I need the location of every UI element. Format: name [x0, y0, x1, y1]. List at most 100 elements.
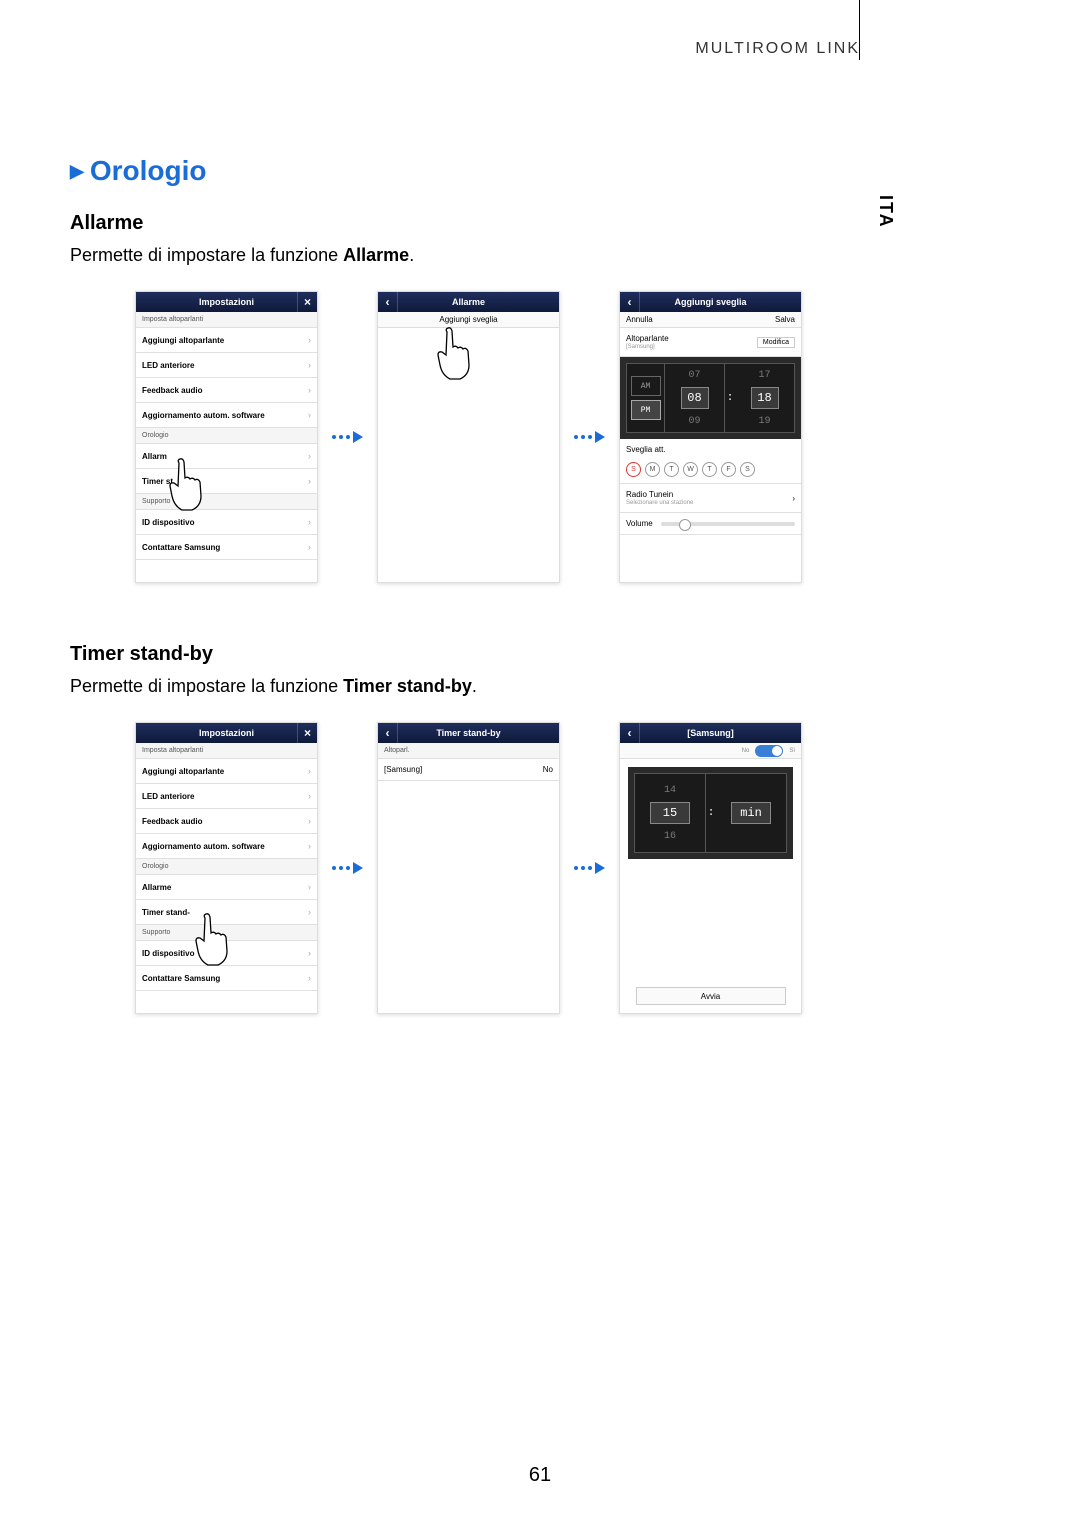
- back-icon[interactable]: ‹: [620, 292, 640, 312]
- screen-title: Aggiungi sveglia: [674, 297, 746, 307]
- list-item-led[interactable]: LED anteriore›: [136, 784, 317, 809]
- page-number: 61: [529, 1464, 551, 1487]
- pm-option[interactable]: PM: [631, 400, 661, 420]
- list-item-device-id[interactable]: ID dispositivo›: [136, 941, 317, 966]
- timer-flow-row: Impostazioni × Imposta altoparlanti Aggi…: [135, 722, 870, 1014]
- day-thu[interactable]: T: [702, 462, 717, 477]
- list-item-device-id[interactable]: ID dispositivo›: [136, 510, 317, 535]
- timer-speaker-row[interactable]: [Samsung] No: [378, 759, 559, 781]
- day-sun[interactable]: S: [626, 462, 641, 477]
- screen-title: [Samsung]: [687, 728, 734, 738]
- flow-arrow-icon: [332, 431, 363, 443]
- list-item-led[interactable]: LED anteriore›: [136, 353, 317, 378]
- body-timer: Permette di impostare la funzione Timer …: [70, 676, 870, 697]
- start-button[interactable]: Avvia: [636, 987, 786, 1005]
- screenshot-timer-set: ‹ [Samsung] No Sì 14 15 16 :: [619, 722, 802, 1014]
- list-item-software-update[interactable]: Aggiornamento autom. software›: [136, 834, 317, 859]
- volume-slider[interactable]: [661, 522, 795, 526]
- chevron-right-icon: ›: [308, 476, 311, 486]
- subheading-alarm: Allarme: [70, 212, 870, 235]
- tap-hand-icon: [432, 327, 482, 387]
- minute-value[interactable]: 18: [751, 387, 779, 409]
- section-label: Altoparl.: [378, 743, 559, 759]
- list-item-contact[interactable]: Contattare Samsung›: [136, 966, 317, 991]
- day-mon[interactable]: M: [645, 462, 660, 477]
- screen-title: Impostazioni: [199, 728, 254, 738]
- list-item-contact[interactable]: Contattare Samsung›: [136, 535, 317, 560]
- section-label: Orologio: [136, 428, 317, 444]
- close-icon[interactable]: ×: [297, 723, 317, 743]
- list-item-timer[interactable]: Timer stand-›: [136, 900, 317, 925]
- screenshot-timer-list: ‹ Timer stand-by Altoparl. [Samsung] No: [377, 722, 560, 1014]
- section-title: ▶ Orologio: [70, 155, 870, 187]
- day-selector[interactable]: S M T W T F S: [620, 456, 801, 484]
- subheading-timer: Timer stand-by: [70, 643, 870, 666]
- switch-no-label: No: [742, 748, 750, 754]
- enable-toggle[interactable]: [755, 745, 783, 757]
- chevron-right-icon: ›: [308, 385, 311, 395]
- speaker-label: Altoparlante: [626, 334, 669, 343]
- section-label: Imposta altoparlanti: [136, 312, 317, 328]
- list-item-timer[interactable]: Timer st›: [136, 469, 317, 494]
- chevron-right-icon: ›: [308, 360, 311, 370]
- triangle-bullet-icon: ▶: [70, 161, 84, 182]
- day-fri[interactable]: F: [721, 462, 736, 477]
- language-tab: ITA: [875, 195, 896, 229]
- volume-row[interactable]: Volume: [620, 513, 801, 535]
- flow-arrow-icon: [332, 862, 363, 874]
- screenshot-alarm-list: ‹ Allarme Aggiungi sveglia: [377, 291, 560, 583]
- day-wed[interactable]: W: [683, 462, 698, 477]
- repeat-label: Sveglia att.: [626, 445, 666, 454]
- edit-button[interactable]: Modifica: [757, 337, 795, 348]
- close-icon[interactable]: ×: [297, 292, 317, 312]
- chevron-right-icon: ›: [308, 816, 311, 826]
- chevron-right-icon: ›: [308, 791, 311, 801]
- list-item-add-speaker[interactable]: Aggiungi altoparlante›: [136, 328, 317, 353]
- switch-si-label: Sì: [789, 748, 795, 754]
- chevron-right-icon: ›: [308, 973, 311, 983]
- chevron-right-icon: ›: [308, 542, 311, 552]
- body-alarm: Permette di impostare la funzione Allarm…: [70, 245, 870, 266]
- timer-value[interactable]: 15: [650, 802, 690, 824]
- chevron-right-icon: ›: [308, 907, 311, 917]
- day-tue[interactable]: T: [664, 462, 679, 477]
- back-icon[interactable]: ‹: [378, 723, 398, 743]
- list-item-feedback[interactable]: Feedback audio›: [136, 378, 317, 403]
- chevron-right-icon: ›: [308, 517, 311, 527]
- chevron-right-icon: ›: [308, 335, 311, 345]
- chevron-right-icon: ›: [308, 841, 311, 851]
- flow-arrow-icon: [574, 431, 605, 443]
- timer-unit: min: [731, 802, 771, 824]
- back-icon[interactable]: ‹: [378, 292, 398, 312]
- list-item-software-update[interactable]: Aggiornamento autom. software›: [136, 403, 317, 428]
- save-button[interactable]: Salva: [775, 315, 795, 324]
- list-item-feedback[interactable]: Feedback audio›: [136, 809, 317, 834]
- list-item-add-speaker[interactable]: Aggiungi altoparlante›: [136, 759, 317, 784]
- section-label: Imposta altoparlanti: [136, 743, 317, 759]
- screenshot-settings-alarm: Impostazioni × Imposta altoparlanti Aggi…: [135, 291, 318, 583]
- list-item-alarm[interactable]: Allarm›: [136, 444, 317, 469]
- screenshot-add-alarm: ‹ Aggiungi sveglia Annulla Salva Altopar…: [619, 291, 802, 583]
- flow-arrow-icon: [574, 862, 605, 874]
- minute-picker[interactable]: 14 15 16 : min: [628, 767, 793, 859]
- chevron-right-icon: ›: [792, 494, 795, 503]
- am-option[interactable]: AM: [631, 376, 661, 396]
- add-alarm-label[interactable]: Aggiungi sveglia: [439, 315, 497, 324]
- cancel-button[interactable]: Annulla: [626, 315, 653, 324]
- time-picker[interactable]: AM PM 07 08 09 : 17 18 19: [620, 357, 801, 439]
- list-item-alarm[interactable]: Allarme›: [136, 875, 317, 900]
- screen-title: Timer stand-by: [436, 728, 500, 738]
- day-sat[interactable]: S: [740, 462, 755, 477]
- screen-title: Impostazioni: [199, 297, 254, 307]
- alarm-flow-row: Impostazioni × Imposta altoparlanti Aggi…: [135, 291, 870, 583]
- back-icon[interactable]: ‹: [620, 723, 640, 743]
- chevron-right-icon: ›: [308, 766, 311, 776]
- radio-row[interactable]: Radio Tunein Selezionare una stazione ›: [620, 484, 801, 513]
- chevron-right-icon: ›: [308, 410, 311, 420]
- section-label: Supporto: [136, 925, 317, 941]
- section-title-text: Orologio: [90, 155, 207, 187]
- section-label: Orologio: [136, 859, 317, 875]
- chevron-right-icon: ›: [308, 451, 311, 461]
- header-breadcrumb: MULTIROOM LINK: [695, 40, 860, 58]
- hour-value[interactable]: 08: [681, 387, 709, 409]
